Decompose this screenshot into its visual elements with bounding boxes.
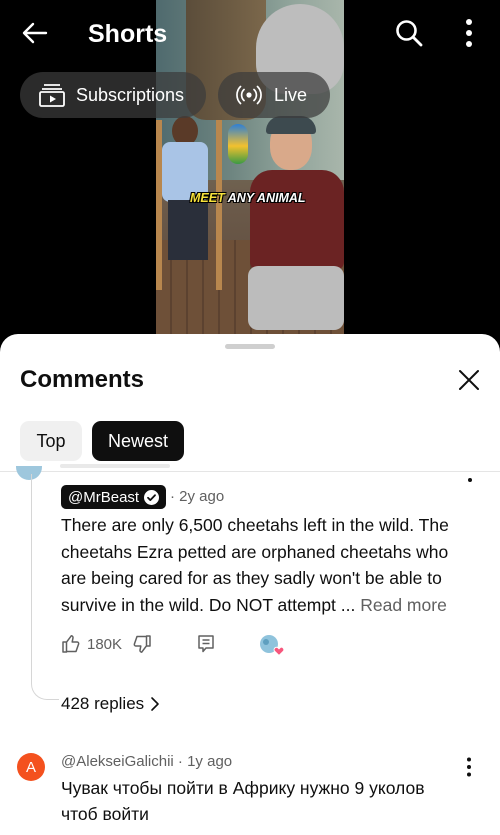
- avatar[interactable]: A: [17, 753, 45, 781]
- close-icon: [459, 370, 479, 390]
- parent-more-icon[interactable]: [466, 470, 474, 482]
- reply-button[interactable]: [196, 634, 216, 654]
- replies-count: 428 replies: [61, 694, 145, 713]
- comment-text: There are only 6,500 cheetahs left in th…: [61, 515, 449, 615]
- comment-reply-icon: [198, 635, 214, 653]
- thumb-up-icon: [62, 635, 80, 653]
- subscriptions-label: Subscriptions: [76, 84, 185, 105]
- live-chip[interactable]: Live: [218, 72, 330, 118]
- comment-author-meta: @AlekseiGalichii · 1y ago: [61, 753, 233, 770]
- subscriptions-icon: [38, 83, 66, 107]
- read-more-link[interactable]: Read more: [360, 595, 447, 615]
- creator-heart-icon: [258, 634, 286, 658]
- person-man: [244, 116, 344, 340]
- search-button[interactable]: [394, 18, 424, 48]
- like-count: 180K: [87, 635, 123, 653]
- subscriptions-chip[interactable]: Subscriptions: [20, 72, 206, 118]
- creator-author-badge[interactable]: @MrBeast: [61, 485, 167, 509]
- more-options-button[interactable]: [458, 17, 480, 49]
- comments-sheet: Comments Top Newest @MrBeast · 2y ago Th…: [0, 334, 500, 835]
- like-button[interactable]: 180K: [61, 634, 132, 654]
- chevron-right-icon: [151, 697, 159, 711]
- thread-connector: [31, 474, 59, 700]
- back-button[interactable]: [20, 18, 50, 48]
- live-broadcast-icon: [234, 85, 264, 105]
- sort-newest-chip[interactable]: Newest: [92, 421, 184, 461]
- comment-actions: 180K: [61, 632, 216, 656]
- comment-time: · 2y ago: [170, 488, 225, 505]
- truncated-parent-comment: [60, 464, 170, 468]
- view-replies-button[interactable]: 428 replies: [61, 694, 160, 714]
- drag-handle[interactable]: [225, 344, 275, 349]
- video-caption: MEET ANY ANIMAL: [190, 191, 306, 205]
- dislike-button[interactable]: [132, 634, 152, 654]
- top-bar: Shorts: [0, 0, 500, 70]
- comment-text: Чувак чтобы пойти в Африку нужно 9 уколо…: [61, 778, 425, 824]
- sort-top-chip[interactable]: Top: [20, 421, 82, 461]
- live-label: Live: [274, 84, 308, 105]
- person-boy: [160, 116, 210, 260]
- arrow-back-icon: [22, 22, 48, 44]
- comment-author: @MrBeast: [68, 488, 140, 506]
- search-icon: [396, 20, 423, 47]
- divider: [0, 471, 500, 472]
- verified-check-icon: [144, 489, 160, 505]
- thumb-down-icon: [133, 635, 151, 653]
- comments-title: Comments: [20, 366, 145, 393]
- comment-more-button[interactable]: [464, 756, 474, 778]
- close-button[interactable]: [456, 367, 482, 393]
- page-title: Shorts: [88, 20, 168, 48]
- more-vert-icon: [467, 757, 471, 777]
- more-vert-icon: [466, 19, 472, 47]
